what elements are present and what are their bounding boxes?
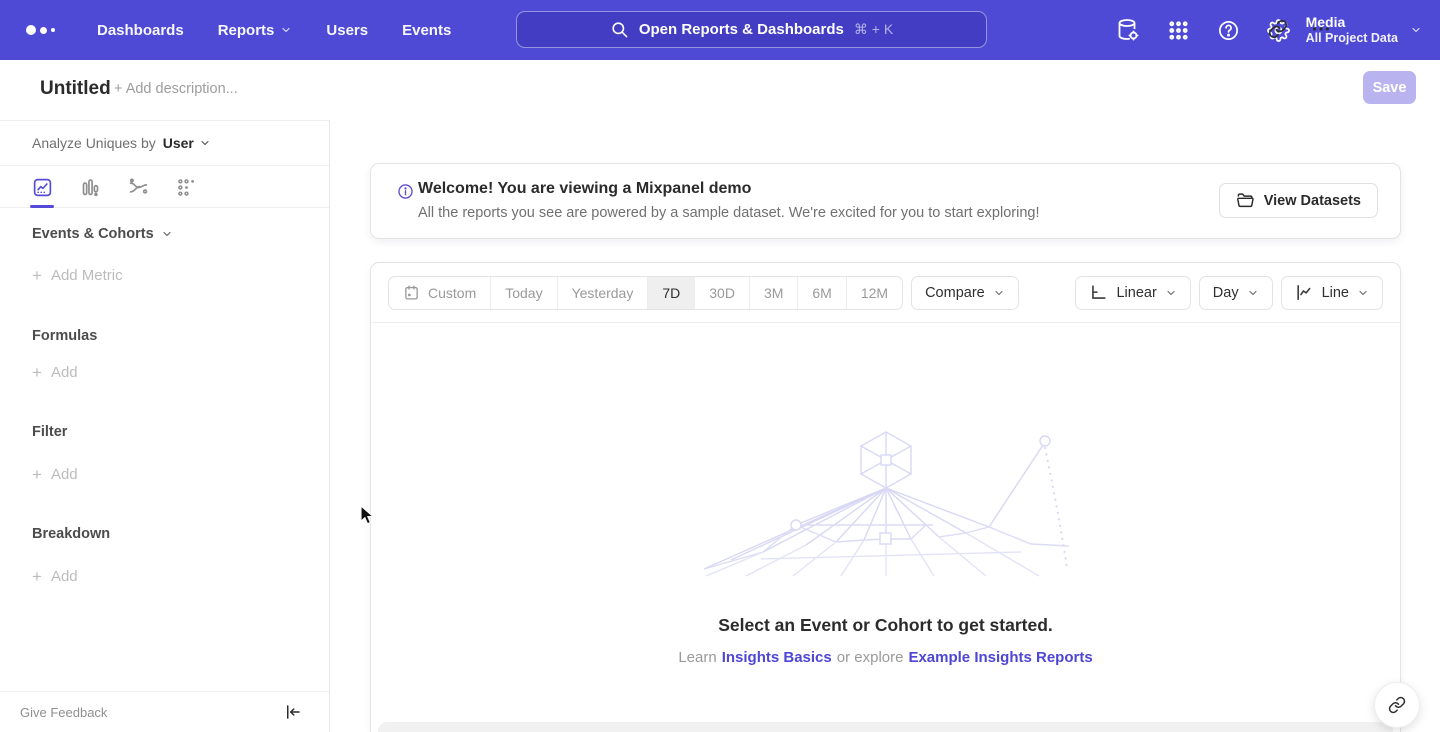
- empty-state-subtitle: Learn Insights Basics or explore Example…: [371, 649, 1400, 666]
- plus-icon: +: [32, 365, 42, 380]
- empty-state-illustration: [701, 426, 1073, 578]
- link-icon: [1388, 696, 1406, 714]
- chevron-down-icon: [1410, 24, 1422, 36]
- plus-icon: +: [32, 268, 42, 283]
- interval-dropdown[interactable]: Day: [1199, 276, 1273, 310]
- add-description-field[interactable]: + Add description...: [114, 81, 238, 97]
- analyze-label: Analyze Uniques by: [32, 135, 156, 151]
- query-builder-sidebar: Analyze Uniques by User Events & Cohorts…: [0, 120, 330, 732]
- report-title[interactable]: Untitled: [40, 78, 111, 100]
- example-insights-reports-link[interactable]: Example Insights Reports: [908, 649, 1092, 666]
- tab-bar-chart[interactable]: [78, 167, 102, 208]
- results-table-peek: [378, 722, 1393, 732]
- add-filter-button[interactable]: + Add: [32, 466, 78, 483]
- chart-type-dropdown[interactable]: Line: [1281, 276, 1383, 310]
- mixpanel-logo-icon[interactable]: [26, 25, 66, 35]
- section-breakdown: Breakdown: [32, 526, 110, 542]
- chevron-down-icon: [1165, 287, 1177, 299]
- tab-retention-grid[interactable]: [174, 167, 198, 208]
- welcome-banner: Welcome! You are viewing a Mixpanel demo…: [370, 163, 1401, 239]
- top-icons: [1116, 0, 1290, 60]
- help-icon[interactable]: [1216, 18, 1240, 42]
- nav-users[interactable]: Users: [309, 14, 385, 47]
- nav-reports[interactable]: Reports: [201, 14, 310, 47]
- report-toolbar: Custom Today Yesterday 7D 30D 3M 6M 12M …: [371, 263, 1400, 323]
- analyze-uniques-row: Analyze Uniques by User: [0, 121, 329, 166]
- sidebar-footer: Give Feedback: [0, 691, 329, 732]
- chart-display-controls: Linear Day Line: [1075, 276, 1383, 310]
- chart-type-tabs: [0, 167, 329, 208]
- section-filter: Filter: [32, 424, 67, 440]
- add-metric-button[interactable]: + Add Metric: [32, 267, 123, 284]
- plus-icon: +: [32, 467, 42, 482]
- nav-events[interactable]: Events: [385, 14, 468, 47]
- apps-grid-icon[interactable]: [1166, 18, 1190, 42]
- compare-dropdown[interactable]: Compare: [911, 276, 1019, 310]
- nav-dashboards[interactable]: Dashboards: [80, 14, 201, 47]
- more-options-icon[interactable]: [1309, 17, 1333, 41]
- tab-flow[interactable]: [126, 167, 150, 208]
- insights-basics-link[interactable]: Insights Basics: [722, 649, 832, 666]
- insights-report-card: Custom Today Yesterday 7D 30D 3M 6M 12M …: [370, 262, 1401, 732]
- range-3m[interactable]: 3M: [750, 277, 798, 309]
- search-icon: [610, 20, 629, 39]
- data-governance-icon[interactable]: [1116, 18, 1140, 42]
- top-navigation-bar: Dashboards Reports Users Events Open Rep…: [0, 0, 1440, 60]
- chevron-down-icon: [1357, 287, 1369, 299]
- info-icon: [397, 183, 414, 200]
- global-search[interactable]: Open Reports & Dashboards ⌘ + K: [516, 11, 987, 48]
- calendar-icon: [403, 284, 420, 301]
- section-formulas: Formulas: [32, 328, 97, 344]
- section-events-cohorts[interactable]: Events & Cohorts: [32, 226, 173, 242]
- chevron-down-icon: [1247, 287, 1259, 299]
- banner-title: Welcome! You are viewing a Mixpanel demo: [418, 180, 751, 198]
- range-custom[interactable]: Custom: [389, 277, 491, 309]
- copy-link-icon[interactable]: [1266, 17, 1290, 41]
- search-shortcut: ⌘ + K: [854, 21, 893, 38]
- linear-axis-icon: [1089, 283, 1108, 302]
- collapse-sidebar-icon[interactable]: [284, 703, 302, 721]
- mixpanel-insights-page: Dashboards Reports Users Events Open Rep…: [0, 0, 1440, 732]
- line-chart-icon: [1295, 283, 1314, 302]
- chevron-down-icon: [993, 287, 1005, 299]
- folder-icon: [1236, 191, 1255, 210]
- chevron-down-icon: [161, 228, 173, 240]
- empty-state-title: Select an Event or Cohort to get started…: [371, 615, 1400, 636]
- add-formula-button[interactable]: + Add: [32, 364, 78, 381]
- range-7d[interactable]: 7D: [648, 277, 695, 309]
- search-label: Open Reports & Dashboards: [639, 21, 844, 38]
- scale-dropdown[interactable]: Linear: [1075, 276, 1190, 310]
- analyze-value-dropdown[interactable]: User: [163, 135, 211, 151]
- chevron-down-icon: [280, 24, 292, 36]
- chevron-down-icon: [199, 137, 211, 149]
- primary-nav: Dashboards Reports Users Events: [80, 14, 468, 47]
- range-30d[interactable]: 30D: [695, 277, 750, 309]
- share-link-fab[interactable]: [1374, 682, 1420, 728]
- report-header-bar: Untitled + Add description...: [0, 60, 1440, 120]
- add-breakdown-button[interactable]: + Add: [32, 568, 78, 585]
- save-button[interactable]: Save: [1363, 71, 1416, 104]
- range-yesterday[interactable]: Yesterday: [558, 277, 649, 309]
- range-today[interactable]: Today: [491, 277, 557, 309]
- range-6m[interactable]: 6M: [798, 277, 846, 309]
- range-12m[interactable]: 12M: [847, 277, 902, 309]
- view-datasets-button[interactable]: View Datasets: [1219, 183, 1378, 218]
- tab-insights-line[interactable]: [30, 167, 54, 208]
- plus-icon: +: [32, 569, 42, 584]
- banner-subtitle: All the reports you see are powered by a…: [418, 205, 1040, 221]
- date-range-segmented-control: Custom Today Yesterday 7D 30D 3M 6M 12M: [388, 276, 903, 310]
- give-feedback-link[interactable]: Give Feedback: [20, 705, 107, 720]
